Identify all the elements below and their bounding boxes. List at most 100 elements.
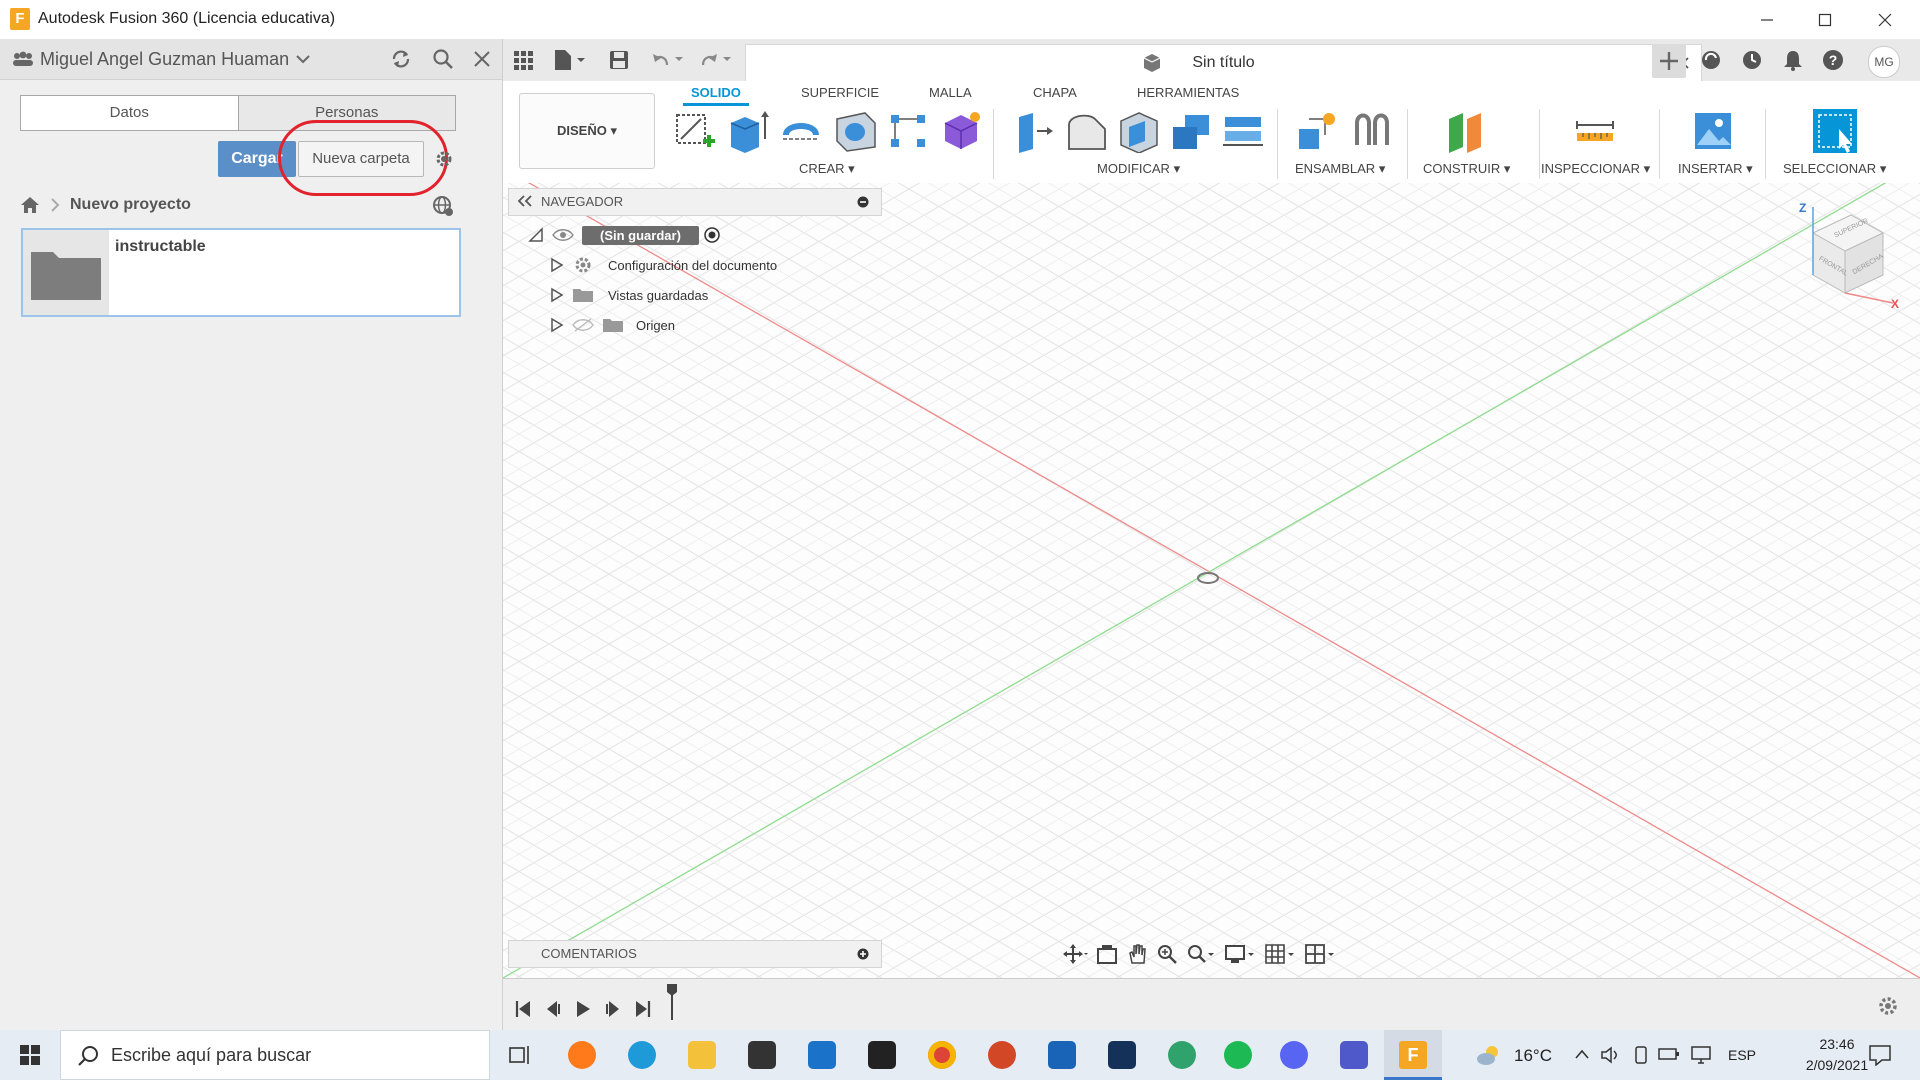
group-modificar[interactable]: MODIFICAR ▾ bbox=[1097, 161, 1180, 177]
atom-icon[interactable] bbox=[1168, 1041, 1196, 1069]
maximize-button[interactable] bbox=[1796, 0, 1854, 39]
breadcrumb-project[interactable]: Nuevo proyecto bbox=[70, 196, 191, 214]
job-status-icon[interactable] bbox=[1741, 49, 1763, 71]
edge-icon[interactable] bbox=[628, 1041, 656, 1069]
calculator-icon[interactable] bbox=[1048, 1041, 1076, 1069]
spotify-icon[interactable] bbox=[1224, 1041, 1252, 1069]
fillet-icon[interactable] bbox=[1065, 109, 1109, 153]
group-ensamblar[interactable]: ENSAMBLAR ▾ bbox=[1295, 161, 1385, 177]
collapse-left-icon[interactable] bbox=[517, 195, 533, 207]
weather-icon[interactable] bbox=[1476, 1042, 1504, 1068]
group-inspeccionar[interactable]: INSPECCIONAR ▾ bbox=[1541, 161, 1650, 177]
tab-malla[interactable]: MALLA bbox=[929, 85, 972, 100]
chrome-icon[interactable] bbox=[928, 1041, 956, 1069]
measure-icon[interactable] bbox=[1573, 109, 1617, 153]
input-language[interactable]: ESP bbox=[1728, 1047, 1756, 1063]
discord-icon[interactable] bbox=[1280, 1041, 1308, 1069]
user-name[interactable]: Miguel Angel Guzman Huaman bbox=[40, 49, 289, 70]
store-icon[interactable] bbox=[748, 1041, 776, 1069]
document-tab[interactable]: Sin título bbox=[745, 44, 1702, 81]
combine-icon[interactable] bbox=[1169, 109, 1213, 153]
align-icon[interactable] bbox=[1221, 109, 1265, 153]
tab-solido[interactable]: SOLIDO bbox=[683, 85, 749, 106]
dropbox-icon[interactable] bbox=[868, 1041, 896, 1069]
play-icon bbox=[577, 1001, 590, 1017]
temperature[interactable]: 16°C bbox=[1514, 1046, 1552, 1066]
new-component-icon[interactable] bbox=[1295, 109, 1339, 153]
extrude-icon[interactable] bbox=[725, 109, 769, 153]
tree-item-saved-views[interactable]: Vistas guardadas bbox=[550, 282, 777, 308]
offset-plane-icon[interactable] bbox=[1443, 109, 1487, 153]
firefox-icon[interactable] bbox=[568, 1041, 596, 1069]
select-icon[interactable] bbox=[1811, 107, 1859, 155]
create-sketch-icon[interactable] bbox=[673, 109, 717, 153]
tab-superficie[interactable]: SUPERFICIE bbox=[801, 85, 879, 100]
gear-icon[interactable] bbox=[434, 149, 454, 169]
tab-chapa[interactable]: CHAPA bbox=[1033, 85, 1077, 100]
joint-icon[interactable] bbox=[1349, 109, 1393, 153]
home-icon[interactable] bbox=[20, 196, 40, 214]
device-icon[interactable] bbox=[1632, 1045, 1650, 1065]
annotation-circle bbox=[278, 120, 448, 196]
group-insertar[interactable]: INSERTAR ▾ bbox=[1678, 161, 1753, 177]
collapse-panel-icon[interactable] bbox=[857, 196, 869, 208]
redo-icon[interactable] bbox=[699, 51, 733, 69]
add-comment-icon[interactable] bbox=[857, 948, 869, 960]
tree-root[interactable]: (Sin guardar) bbox=[528, 222, 777, 248]
taskbar-fusion-active[interactable]: F bbox=[1384, 1030, 1442, 1080]
close-panel-icon[interactable] bbox=[472, 49, 492, 69]
save-icon[interactable] bbox=[609, 50, 629, 70]
press-pull-icon[interactable] bbox=[1011, 109, 1055, 153]
tab-herramientas[interactable]: HERRAMIENTAS bbox=[1137, 85, 1239, 100]
group-seleccionar[interactable]: SELECCIONAR ▾ bbox=[1783, 161, 1886, 177]
close-window-button[interactable] bbox=[1856, 0, 1914, 39]
file-menu-icon[interactable] bbox=[553, 49, 587, 71]
expanded-triangle-icon bbox=[528, 227, 543, 242]
notification-center-icon[interactable] bbox=[1868, 1044, 1892, 1066]
undo-icon[interactable] bbox=[651, 51, 685, 69]
app-window-icon[interactable] bbox=[1108, 1041, 1136, 1069]
hole-icon[interactable] bbox=[833, 109, 877, 153]
insert-image-icon[interactable] bbox=[1691, 109, 1735, 153]
chevron-down-icon[interactable] bbox=[296, 54, 310, 64]
search-icon[interactable] bbox=[432, 48, 454, 70]
data-panel-header: Miguel Angel Guzman Huaman bbox=[0, 39, 502, 80]
teams-icon[interactable] bbox=[1340, 1041, 1368, 1069]
minimize-button[interactable] bbox=[1738, 0, 1796, 39]
comments-panel[interactable]: COMENTARIOS bbox=[508, 940, 882, 968]
browser-header[interactable]: NAVEGADOR bbox=[508, 188, 882, 216]
tree-item-document-settings[interactable]: Configuración del documento bbox=[550, 252, 777, 278]
create-form-icon[interactable] bbox=[939, 109, 983, 153]
powerpoint-icon[interactable] bbox=[988, 1041, 1016, 1069]
battery-icon[interactable] bbox=[1658, 1046, 1680, 1062]
file-explorer-icon[interactable] bbox=[688, 1041, 716, 1069]
extensions-icon[interactable] bbox=[1700, 49, 1722, 71]
pattern-icon[interactable] bbox=[887, 109, 931, 153]
data-panel-grid-icon[interactable] bbox=[513, 50, 533, 70]
mail-icon[interactable] bbox=[808, 1041, 836, 1069]
timeline-settings-gear-icon[interactable] bbox=[1877, 995, 1899, 1017]
globe-settings-icon[interactable] bbox=[432, 195, 454, 217]
user-avatar[interactable]: MG bbox=[1868, 46, 1900, 78]
workspace-switcher[interactable]: DISEÑO ▾ bbox=[519, 93, 655, 169]
step-back-icon bbox=[547, 1001, 560, 1017]
tree-item-origin[interactable]: Origen bbox=[550, 312, 777, 338]
revolve-icon[interactable] bbox=[779, 109, 823, 153]
task-view-icon[interactable] bbox=[508, 1043, 532, 1067]
folder-item[interactable]: instructable bbox=[21, 228, 461, 317]
shell-icon[interactable] bbox=[1117, 109, 1161, 153]
new-tab-button[interactable] bbox=[1652, 44, 1686, 78]
tab-datos[interactable]: Datos bbox=[21, 96, 238, 130]
network-icon[interactable] bbox=[1690, 1045, 1712, 1065]
eye-icon bbox=[552, 229, 574, 241]
view-cube[interactable]: Z X SUPERIOR FRONTAL DERECHA bbox=[1793, 201, 1903, 313]
show-hidden-icons-chevron-icon[interactable] bbox=[1574, 1048, 1590, 1060]
help-icon[interactable]: ? bbox=[1822, 49, 1844, 71]
group-crear[interactable]: CREAR ▾ bbox=[799, 161, 855, 177]
windows-start-icon[interactable] bbox=[20, 1045, 40, 1065]
volume-icon[interactable] bbox=[1600, 1045, 1620, 1065]
group-construir[interactable]: CONSTRUIR ▾ bbox=[1423, 161, 1510, 177]
notifications-bell-icon[interactable] bbox=[1782, 49, 1804, 71]
taskbar-search[interactable]: Escribe aquí para buscar bbox=[60, 1030, 490, 1080]
refresh-icon[interactable] bbox=[390, 48, 412, 70]
